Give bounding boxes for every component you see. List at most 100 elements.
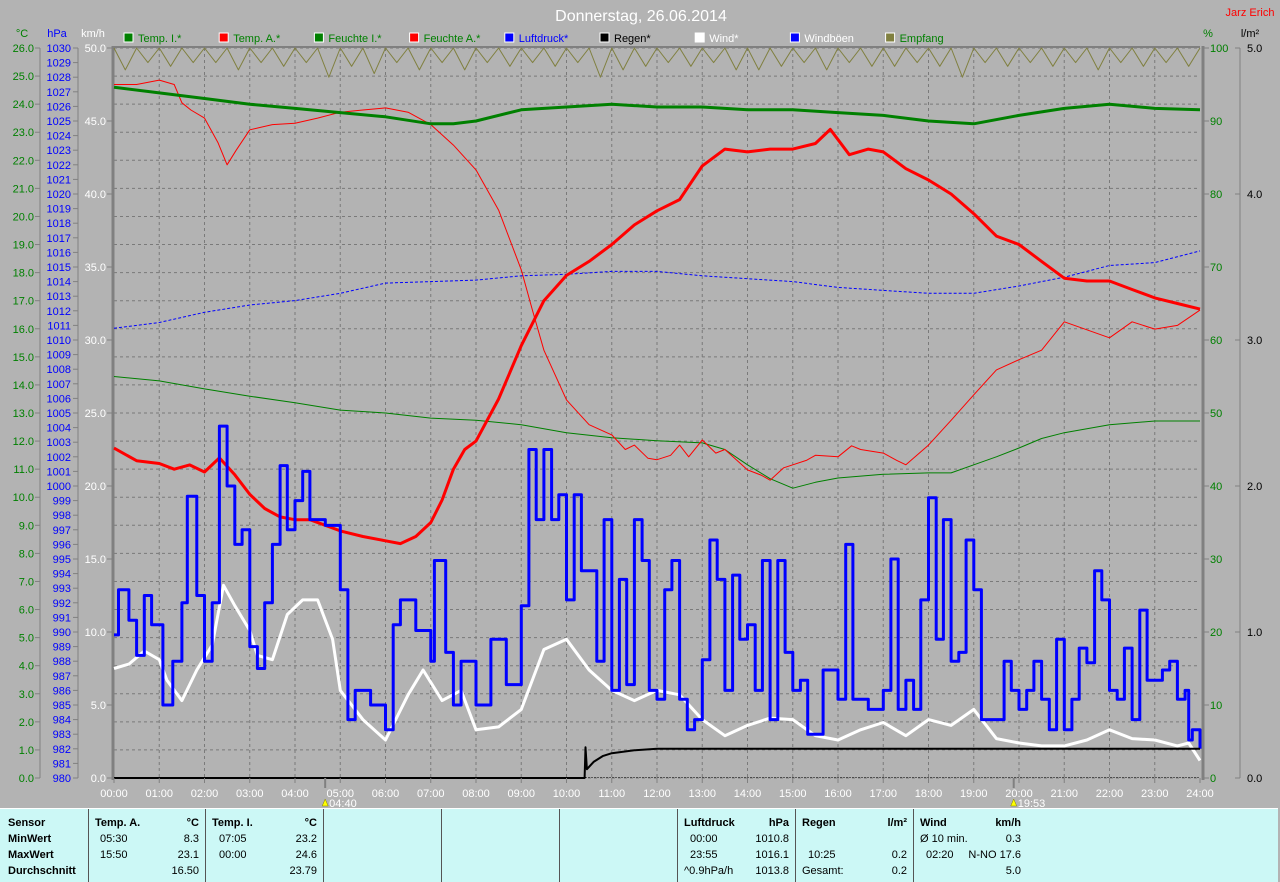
time-marker-label: 04:40 — [329, 798, 357, 808]
statistics-panel: Sensor MinWert MaxWert Durchschnitt Temp… — [0, 808, 1278, 882]
temp-i-avg: 23.79 — [289, 865, 317, 877]
stats-wind: Wind km/h Ø 10 min. 0.3 02:20 N-NO 17.6 … — [914, 809, 1027, 882]
x-tick-label: 18:00 — [915, 788, 943, 800]
hpa-axis-tick-label: 991 — [53, 612, 71, 624]
percent-axis-tick-label: 0 — [1210, 773, 1216, 785]
x-tick-label: 11:00 — [598, 788, 625, 800]
hpa-axis-tick-label: 1002 — [47, 452, 71, 464]
hpa-axis-tick-label: 984 — [53, 715, 71, 727]
temp-i-min: 23.2 — [295, 833, 317, 845]
temp-i-max-time: 00:00 — [219, 849, 247, 861]
legend-label: Windböen — [804, 33, 854, 45]
celsius-axis-tick-label: 23.0 — [13, 127, 34, 139]
rain-axis-tick-label: 4.0 — [1247, 189, 1262, 201]
x-tick-label: 24:00 — [1186, 788, 1214, 800]
hpa-axis-tick-label: 981 — [53, 758, 71, 770]
celsius-axis-tick-label: 8.0 — [19, 548, 34, 560]
celsius-axis-tick-label: 4.0 — [19, 661, 34, 673]
celsius-axis-tick-label: 2.0 — [19, 717, 34, 729]
percent-axis-tick-label: 20 — [1210, 627, 1222, 639]
hpa-axis-tick-label: 989 — [53, 642, 71, 654]
temp-a-max-time: 15:50 — [100, 849, 128, 861]
legend-swatch — [218, 32, 229, 43]
hpa-axis-tick-label: 1026 — [47, 101, 71, 113]
celsius-axis-tick-label: 13.0 — [13, 408, 34, 420]
legend-label: Feuchte I.* — [328, 33, 382, 45]
hpa-axis-tick-label: 1024 — [47, 131, 71, 143]
celsius-axis-tick-label: 19.0 — [13, 240, 34, 252]
rain-axis-unit: l/m² — [1241, 28, 1260, 40]
kmh-axis-tick-label: 45.0 — [85, 116, 106, 128]
legend: Temp. I.* Temp. A.* Feuchte I.* Feuchte A.*… — [123, 32, 944, 45]
legend-label: Empfang — [900, 33, 944, 45]
hpa-axis-tick-label: 1015 — [47, 262, 71, 274]
hpa-axis-tick-label: 1030 — [47, 43, 71, 55]
wind-unit: km/h — [995, 817, 1021, 829]
x-tick-label: 22:00 — [1096, 788, 1124, 800]
celsius-axis-unit: °C — [16, 28, 28, 40]
hpa-axis-tick-label: 1005 — [47, 408, 71, 420]
legend-label: Regen* — [614, 33, 651, 45]
kmh-axis-tick-label: 25.0 — [85, 408, 106, 420]
celsius-axis-tick-label: 12.0 — [13, 436, 34, 448]
celsius-axis-tick-label: 17.0 — [13, 296, 34, 308]
percent-axis-tick-label: 100 — [1210, 43, 1228, 55]
hpa-axis-unit: hPa — [47, 28, 67, 40]
x-tick-label: 14:00 — [734, 788, 762, 800]
hpa-axis-tick-label: 988 — [53, 656, 71, 668]
hpa-axis-tick-label: 1022 — [47, 160, 71, 172]
time-marker-icon — [321, 798, 329, 807]
luftdruck-r3-label: ^0.9hPa/h — [684, 865, 734, 877]
temp-a-min-time: 05:30 — [100, 833, 128, 845]
x-axis: 00:00 01:00 02:00 03:00 04:00 05:00 06:00 07:00… — [100, 778, 1214, 808]
temp-i-max: 24.6 — [295, 849, 317, 861]
legend-swatch — [694, 32, 705, 43]
x-tick-label: 12:00 — [643, 788, 671, 800]
x-tick-label: 23:00 — [1141, 788, 1169, 800]
x-tick-label: 10:00 — [553, 788, 581, 800]
temp-a-title: Temp. A. — [95, 817, 141, 829]
grid — [114, 47, 1200, 779]
kmh-axis-tick-label: 35.0 — [85, 262, 106, 274]
rain-axis-tick-label: 1.0 — [1247, 627, 1262, 639]
temp-a-unit: °C — [186, 817, 199, 829]
legend-swatch — [504, 32, 515, 43]
hpa-axis-tick-label: 1025 — [47, 116, 71, 128]
kmh-axis-tick-label: 40.0 — [85, 189, 106, 201]
hpa-axis-tick-label: 1028 — [47, 72, 71, 84]
rain-axis-tick-label: 2.0 — [1247, 481, 1262, 493]
time-marker-label: 19:53 — [1018, 798, 1046, 808]
hpa-axis-tick-label: 992 — [53, 598, 71, 610]
hpa-axis-tick-label: 1006 — [47, 393, 71, 405]
stats-temp-a: Temp. A. °C 05:30 8.3 15:50 23.1 16.50 — [89, 809, 206, 882]
hpa-axis-tick-label: 999 — [53, 496, 71, 508]
chart-title: Donnerstag, 26.06.2014 — [555, 8, 727, 25]
celsius-axis-tick-label: 0.0 — [19, 773, 34, 785]
percent-axis-tick-label: 40 — [1210, 481, 1222, 493]
celsius-axis-tick-label: 20.0 — [13, 211, 34, 223]
x-tick-label: 04:00 — [281, 788, 309, 800]
rain-axis-tick-label: 5.0 — [1247, 43, 1262, 55]
time-marker-icon — [1010, 798, 1018, 807]
hpa-axis-tick-label: 1012 — [47, 306, 71, 318]
hpa-axis-tick-label: 1001 — [47, 466, 71, 478]
legend-swatch — [123, 32, 134, 43]
legend-swatch — [885, 32, 896, 43]
luftdruck-r1: 1010.8 — [755, 833, 789, 845]
hpa-axis-tick-label: 1029 — [47, 58, 71, 70]
hpa-axis-tick-label: 995 — [53, 554, 71, 566]
stats-empty-1 — [324, 809, 442, 882]
hpa-axis-tick-label: 1017 — [47, 233, 71, 245]
legend-label: Temp. I.* — [138, 33, 182, 45]
x-tick-label: 17:00 — [869, 788, 897, 800]
celsius-axis-tick-label: 7.0 — [19, 576, 34, 588]
regen-unit: l/m² — [887, 817, 907, 829]
temp-i-min-time: 07:05 — [219, 833, 247, 845]
legend-label: Wind* — [709, 33, 739, 45]
x-tick-label: 19:00 — [960, 788, 988, 800]
stats-row-labels: Sensor MinWert MaxWert Durchschnitt — [0, 809, 89, 882]
temp-a-min: 8.3 — [183, 833, 199, 845]
x-tick-label: 13:00 — [688, 788, 716, 800]
hpa-axis-tick-label: 1027 — [47, 87, 71, 99]
hpa-axis-tick-label: 1007 — [47, 379, 71, 391]
